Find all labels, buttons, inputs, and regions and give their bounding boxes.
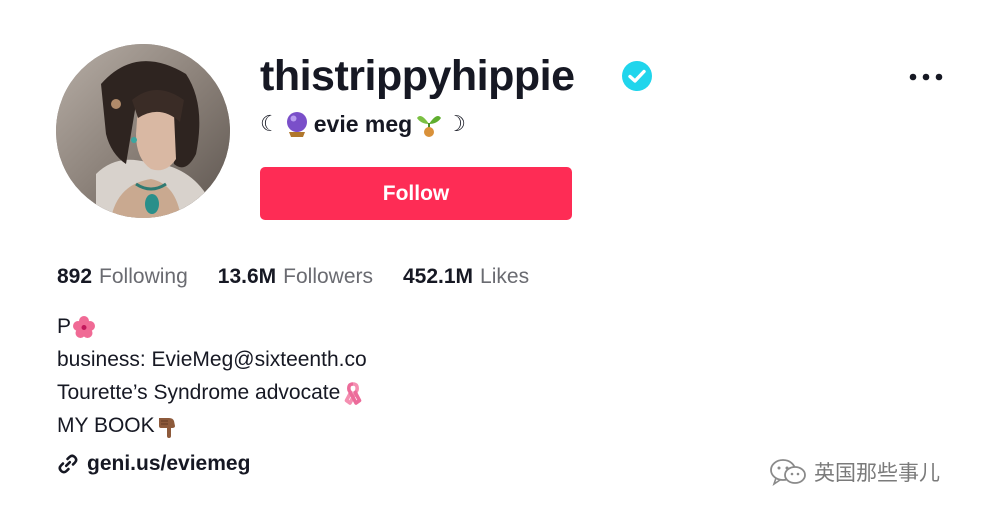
profile-link[interactable]: geni.us/eviemeg [57,448,250,480]
crescent-moon-left: ☾ [260,111,280,137]
display-name-text: evie meg [313,110,413,137]
watermark-text: 英国那些事儿 [814,461,940,485]
seedling-icon [415,110,443,138]
wechat-icon [770,459,806,486]
link-icon [58,454,78,474]
profile-bio: P business: EvieMeg@sixteenth.co Tourett… [57,310,367,442]
stat-label: Following [99,265,188,288]
profile-stats: 892 Following 13.6M Followers 452.1M Lik… [57,262,559,292]
follow-button[interactable]: Follow [260,167,572,220]
bio-text: MY BOOK [57,414,155,437]
crescent-moon-right: ☽ [446,111,466,137]
bio-text: P [57,315,72,338]
more-options-icon[interactable] [908,70,944,84]
avatar-image [56,44,230,218]
stat-followers[interactable]: 13.6M Followers [218,265,373,289]
stat-value: 13.6M [217,265,277,288]
bio-text: business: EvieMeg@sixteenth.co [57,348,367,371]
bio-line: business: EvieMeg@sixteenth.co [57,343,367,376]
stat-value: 452.1M [403,265,474,288]
hibiscus-icon [72,315,96,339]
awareness-ribbon-icon [341,381,365,405]
bio-line: MY BOOK [57,409,367,442]
stat-label: Likes [480,265,530,288]
verified-badge-icon [622,61,652,91]
stat-following[interactable]: 892 Following [57,265,188,289]
stat-likes: 452.1M Likes [403,265,529,289]
username: thistrippyhippie [260,52,575,100]
display-name: ☾ evie meg ☽ [260,106,466,142]
watermark: 英国那些事儿 [768,455,940,489]
bio-line: Tourette’s Syndrome advocate [57,376,367,409]
bio-line: P [57,310,367,343]
stat-label: Followers [283,265,373,288]
crystal-ball-icon [283,110,311,138]
pointing-down-hand-icon [156,414,180,438]
bio-text: Tourette’s Syndrome advocate [57,381,341,404]
stat-value: 892 [57,265,93,288]
profile-avatar[interactable] [56,44,230,218]
link-text: geni.us/eviemeg [87,452,251,475]
